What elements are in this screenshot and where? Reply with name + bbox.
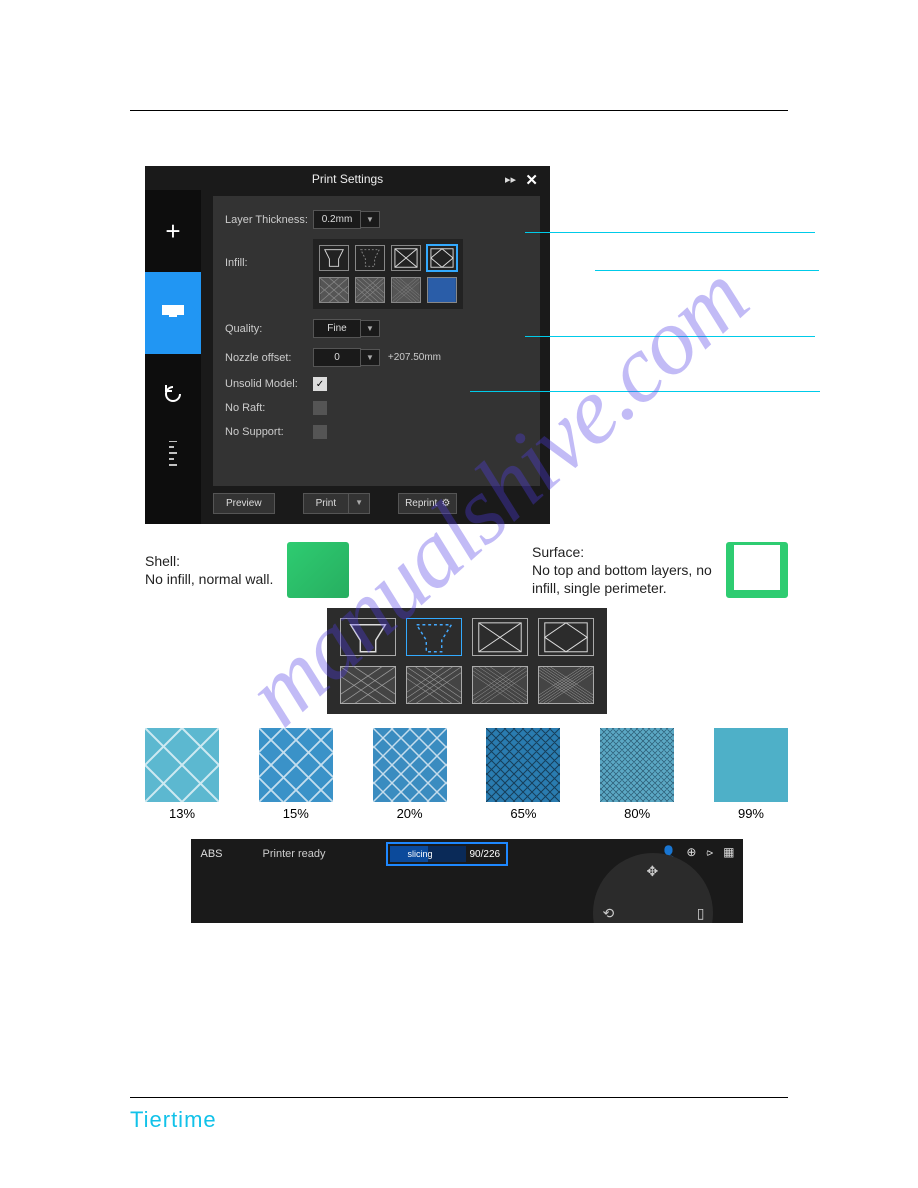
gear-icon: ⚙: [441, 498, 450, 509]
rotate-icon[interactable]: ⟲: [603, 905, 615, 922]
printer-status: Printer ready: [263, 848, 326, 860]
surface-description: No top and bottom layers, no infill, sin…: [532, 561, 712, 597]
infill-large-mesh3-icon: [472, 666, 528, 704]
reprint-button[interactable]: Reprint⚙: [398, 493, 457, 514]
swatch-65: [486, 728, 560, 802]
sidebar-reset-icon[interactable]: [145, 354, 201, 436]
no-support-row: No Support:: [225, 425, 528, 439]
callout-line-4: [470, 391, 820, 392]
infill-grid: [313, 239, 463, 309]
progress-label: slicing: [390, 849, 433, 859]
no-raft-label: No Raft:: [225, 402, 313, 414]
layer-thickness-label: Layer Thickness:: [225, 214, 313, 226]
unsolid-model-row: Unsolid Model: ✓: [225, 377, 528, 391]
share-icon[interactable]: ⪧: [706, 845, 713, 860]
quality-row: Quality: Fine▼: [225, 319, 528, 338]
infill-options-large: [327, 608, 607, 714]
surface-title: Surface:: [532, 543, 712, 561]
swatch-80: [600, 728, 674, 802]
top-rule: [130, 110, 788, 111]
nozzle-offset-label: Nozzle offset:: [225, 352, 313, 364]
no-support-label: No Support:: [225, 426, 313, 438]
swatch-label: 15%: [259, 806, 333, 821]
swatch-label: 99%: [714, 806, 788, 821]
infill-large-mesh2-icon: [406, 666, 462, 704]
sidebar-print-icon[interactable]: [145, 272, 201, 354]
close-icon[interactable]: ✕: [525, 171, 538, 189]
infill-large-surface-icon: [406, 618, 462, 656]
infill-cross-icon[interactable]: [391, 245, 421, 271]
nozzle-offset-select[interactable]: 0: [313, 348, 361, 367]
layer-thickness-select[interactable]: 0.2mm: [313, 210, 361, 229]
swatch-20: [373, 728, 447, 802]
swatch-13: [145, 728, 219, 802]
infill-diamond-icon[interactable]: [427, 245, 457, 271]
brand-logo: Tiertime: [130, 1107, 217, 1133]
callout-line-1: [525, 232, 815, 233]
infill-large-cross-icon: [472, 618, 528, 656]
no-raft-row: No Raft:: [225, 401, 528, 415]
sidebar-ruler-icon[interactable]: [145, 436, 201, 476]
progress-value: 90/226: [470, 849, 505, 860]
quality-label: Quality:: [225, 323, 313, 335]
swatch-label: 13%: [145, 806, 219, 821]
shell-title: Shell:: [145, 552, 273, 570]
shell-description: No infill, normal wall.: [145, 570, 273, 588]
swatch-label: 65%: [486, 806, 560, 821]
bottom-rule: [130, 1097, 788, 1098]
infill-mesh1-icon[interactable]: [319, 277, 349, 303]
button-row: Preview Print▼ Reprint⚙: [213, 493, 540, 514]
infill-solid-icon[interactable]: [427, 277, 457, 303]
infill-large-shell-icon: [340, 618, 396, 656]
layer-thickness-row: Layer Thickness: 0.2mm▼: [225, 210, 528, 229]
nozzle-offset-row: Nozzle offset: 0▼ +207.50mm: [225, 348, 528, 367]
infill-mesh2-icon[interactable]: [355, 277, 385, 303]
nozzle-offset-arrow-icon[interactable]: ▼: [361, 349, 380, 366]
forward-icon[interactable]: ▸▸: [505, 173, 516, 186]
settings-panel: Layer Thickness: 0.2mm▼ Infill: Quality:: [213, 196, 540, 486]
swatch-99: [714, 728, 788, 802]
no-raft-checkbox[interactable]: [313, 401, 327, 415]
no-support-checkbox[interactable]: [313, 425, 327, 439]
infill-surface-icon[interactable]: [355, 245, 385, 271]
zoom-icon[interactable]: ⊕: [686, 845, 696, 860]
callout-line-3: [525, 336, 815, 337]
print-arrow-icon[interactable]: ▼: [349, 493, 370, 514]
callout-line-2: [595, 270, 819, 271]
infill-explanation-section: Shell: No infill, normal wall. Surface: …: [145, 542, 788, 923]
infill-density-swatches: 13% 15% 20% 65% 80% 99%: [145, 728, 788, 821]
progress-container: slicing 90/226: [386, 842, 509, 866]
infill-row: Infill:: [225, 239, 528, 309]
dialog-title: Print Settings: [145, 172, 550, 186]
infill-large-mesh1-icon: [340, 666, 396, 704]
move-icon[interactable]: ✥: [647, 863, 659, 880]
material-label: ABS: [201, 848, 223, 860]
unsolid-model-label: Unsolid Model:: [225, 378, 313, 390]
quality-arrow-icon[interactable]: ▼: [361, 320, 380, 337]
infill-label: Infill:: [225, 239, 313, 269]
infill-mesh3-icon[interactable]: [391, 277, 421, 303]
infill-large-diamond-icon: [538, 618, 594, 656]
quality-select[interactable]: Fine: [313, 319, 361, 338]
preview-button[interactable]: Preview: [213, 493, 275, 514]
status-bar-screenshot: ABS Printer ready slicing 90/226 👤 ⊕ ⪧ ▦…: [191, 839, 743, 923]
layer-thickness-arrow-icon[interactable]: ▼: [361, 211, 380, 228]
nozzle-offset-value: +207.50mm: [388, 352, 441, 363]
swatch-15: [259, 728, 333, 802]
shell-preview-image: [287, 542, 349, 598]
swatch-label: 80%: [600, 806, 674, 821]
grid-icon[interactable]: ▦: [723, 845, 734, 860]
print-button[interactable]: Print: [303, 493, 350, 514]
device-icon[interactable]: ▯: [697, 905, 705, 922]
left-sidebar: +: [145, 190, 201, 524]
surface-preview-image: [726, 542, 788, 598]
swatch-label: 20%: [373, 806, 447, 821]
infill-large-dense-icon: [538, 666, 594, 704]
sidebar-add-icon[interactable]: +: [145, 190, 201, 272]
print-settings-screenshot: Print Settings ▸▸ ✕ + Layer Thickness: 0…: [145, 166, 550, 524]
infill-shell-icon[interactable]: [319, 245, 349, 271]
unsolid-model-checkbox[interactable]: ✓: [313, 377, 327, 391]
